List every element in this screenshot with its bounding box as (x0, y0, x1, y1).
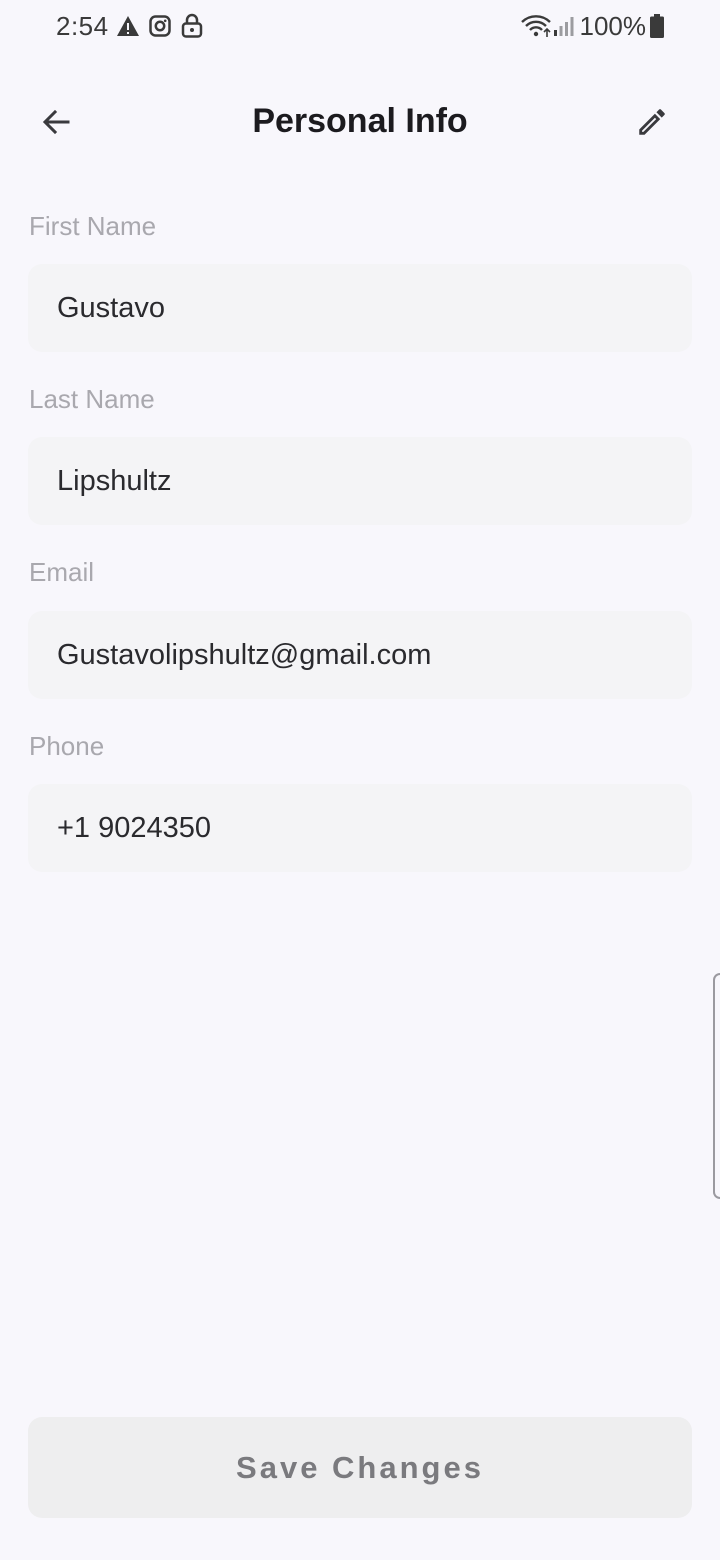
last-name-field[interactable]: Lipshultz (28, 437, 692, 525)
phone-field[interactable]: +1 9024350 (28, 784, 692, 872)
page-title: Personal Info (252, 102, 468, 140)
signal-icon (553, 15, 575, 42)
first-name-field[interactable]: Gustavo (28, 264, 692, 352)
email-label: Email (29, 557, 95, 587)
battery-percentage: 100% (579, 11, 647, 41)
phone-label: Phone (29, 731, 105, 761)
battery-icon (650, 14, 664, 43)
edge-scroll-handle[interactable] (713, 973, 720, 1199)
warning-icon (116, 15, 140, 42)
app-bar: Personal Info (0, 82, 720, 164)
status-time: 2:54 (56, 11, 109, 41)
lock-icon (181, 13, 203, 43)
instagram-icon (149, 15, 171, 42)
email-field[interactable]: Gustavolipshultz@gmail.com (28, 611, 692, 699)
pencil-icon (635, 105, 669, 144)
status-bar: 2:54 100% (0, 0, 720, 56)
first-name-label: First Name (29, 211, 157, 241)
last-name-label: Last Name (29, 384, 155, 414)
edit-button[interactable] (624, 96, 680, 152)
wifi-icon (520, 14, 552, 43)
save-changes-button[interactable]: Save Changes (28, 1417, 692, 1518)
